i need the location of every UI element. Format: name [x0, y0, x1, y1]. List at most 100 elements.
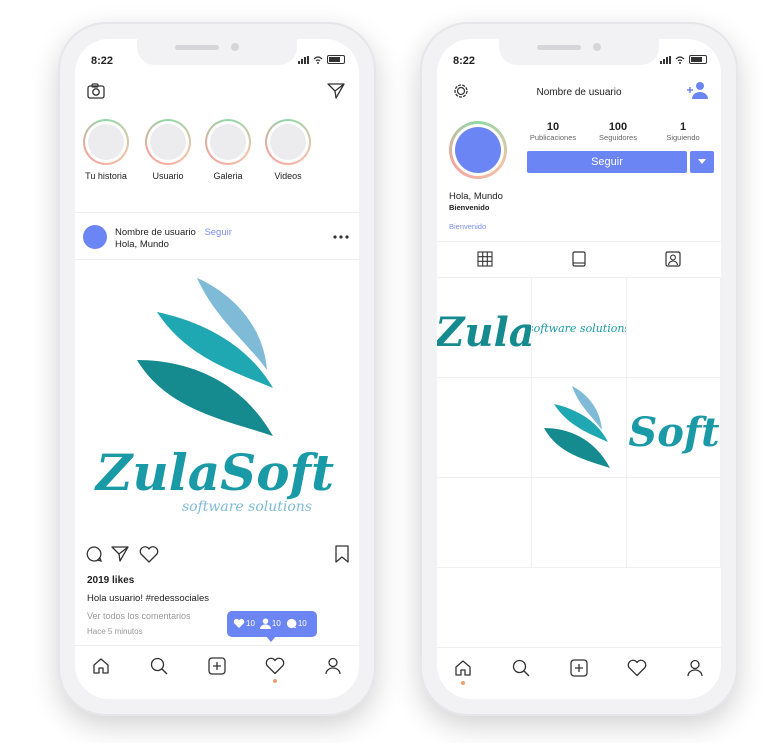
grid-post[interactable]: [437, 478, 532, 568]
search-icon[interactable]: [511, 658, 531, 678]
tagged-icon[interactable]: [665, 251, 681, 267]
heart-icon: [233, 618, 245, 628]
send-icon[interactable]: [327, 83, 345, 99]
wifi-icon: [675, 55, 685, 64]
profile-screen: 8:22 Nombre de usuario 10 Publicaciones 1…: [437, 39, 721, 699]
phone-profile: 8:22 Nombre de usuario 10 Publicaciones 1…: [420, 22, 738, 716]
comments-notification-count: 10: [297, 619, 307, 628]
profile-link[interactable]: Bienvenido: [449, 222, 486, 231]
story-ring: [205, 119, 251, 165]
camera-icon[interactable]: [87, 83, 105, 99]
grid-text-tagline: software solutions: [532, 322, 627, 335]
home-icon[interactable]: [91, 656, 111, 676]
grid-post[interactable]: Zula: [437, 278, 532, 378]
comment-icon: [286, 618, 297, 629]
speaker: [175, 45, 219, 50]
heart-icon[interactable]: [265, 656, 285, 676]
view-comments-link[interactable]: Ver todos los comentarios: [87, 611, 191, 621]
front-camera: [593, 43, 601, 51]
phone-feed: 8:22 Tu historia Usuario Galeria Videos …: [58, 22, 376, 716]
grid-post[interactable]: [532, 478, 627, 568]
post-username[interactable]: Nombre de usuario: [115, 227, 196, 238]
followers-notification-count: 10: [271, 619, 281, 628]
user-icon[interactable]: [323, 656, 343, 676]
story-item[interactable]: Videos: [263, 119, 313, 181]
profile-name: Hola, Mundo: [449, 191, 503, 202]
status-icons: [298, 55, 345, 64]
story-item[interactable]: Tu historia: [81, 119, 131, 181]
logo-wordmark: ZulaSoft: [94, 443, 334, 502]
status-time: 8:22: [91, 55, 114, 67]
story-label: Videos: [274, 171, 302, 181]
likes-notification-count: 10: [246, 619, 255, 628]
status-icons: [660, 55, 707, 64]
wifi-icon: [313, 55, 323, 64]
grid-post[interactable]: [627, 478, 721, 568]
bottom-nav: [75, 645, 359, 686]
heart-icon[interactable]: [139, 546, 159, 563]
search-icon[interactable]: [149, 656, 169, 676]
more-icon[interactable]: [333, 235, 349, 239]
grid-post[interactable]: [437, 378, 532, 478]
heart-icon[interactable]: [627, 658, 647, 678]
status-time: 8:22: [453, 55, 476, 67]
active-indicator: [461, 681, 465, 685]
posts-grid: Zula software solutions Soft: [437, 278, 721, 628]
battery-icon: [327, 55, 345, 64]
follow-link[interactable]: Seguir: [204, 227, 231, 238]
profile-avatar[interactable]: [455, 127, 501, 173]
stat-value: 100: [608, 121, 628, 133]
stat-following[interactable]: 1 Siguiendo: [653, 121, 713, 142]
signal-icon: [660, 55, 671, 64]
bottom-nav: [437, 647, 721, 688]
post-image[interactable]: ZulaSoft software solutions: [75, 260, 359, 530]
story-item[interactable]: Usuario: [143, 119, 193, 181]
share-icon[interactable]: [111, 545, 129, 563]
grid-text-soft: Soft: [628, 409, 720, 456]
grid-post[interactable]: Soft: [627, 378, 721, 478]
story-label: Tu historia: [85, 171, 127, 181]
post-header: Nombre de usuario Seguir: [115, 227, 232, 238]
notch: [499, 39, 659, 65]
grid-icon[interactable]: [477, 251, 493, 267]
comment-icon[interactable]: [85, 545, 103, 563]
profile-bio: Bienvenido: [449, 203, 490, 212]
story-ring: [83, 119, 129, 165]
follow-options-button[interactable]: [690, 151, 714, 173]
logo-tagline: software solutions: [182, 499, 312, 515]
stat-label: Siguiendo: [666, 133, 700, 142]
post-avatar[interactable]: [83, 225, 107, 249]
grid-post[interactable]: [627, 278, 721, 378]
activity-notification[interactable]: 10 10 10: [227, 611, 317, 642]
user-icon: [259, 618, 271, 629]
stat-posts[interactable]: 10 Publicaciones: [523, 121, 583, 142]
profile-stats: 10 Publicaciones 100 Seguidores 1 Siguiendo: [523, 121, 713, 142]
stat-followers[interactable]: 100 Seguidores: [588, 121, 648, 142]
likes-count: 2019 likes: [87, 575, 135, 586]
story-item[interactable]: Galeria: [203, 119, 253, 181]
add-icon[interactable]: [207, 656, 227, 676]
stat-label: Seguidores: [599, 133, 637, 142]
home-icon[interactable]: [453, 658, 473, 678]
battery-icon: [689, 55, 707, 64]
bookmark-icon[interactable]: [335, 545, 349, 563]
front-camera: [231, 43, 239, 51]
tablet-icon[interactable]: [572, 251, 586, 267]
chevron-down-icon: [698, 159, 706, 164]
post-subtitle: Hola, Mundo: [115, 239, 169, 250]
add-icon[interactable]: [569, 658, 589, 678]
signal-icon: [298, 55, 309, 64]
follow-button[interactable]: Seguir: [527, 151, 687, 173]
stat-value: 10: [546, 121, 560, 133]
stat-value: 1: [679, 121, 687, 133]
story-ring: [145, 119, 191, 165]
grid-post[interactable]: software solutions: [532, 278, 627, 378]
notch: [137, 39, 297, 65]
divider: [437, 241, 721, 242]
active-indicator: [273, 679, 277, 683]
user-icon[interactable]: [685, 658, 705, 678]
profile-avatar-ring: [449, 121, 507, 179]
add-user-icon[interactable]: [687, 81, 709, 99]
grid-post[interactable]: [532, 378, 627, 478]
post-time: Hace 5 minutos: [87, 627, 143, 636]
